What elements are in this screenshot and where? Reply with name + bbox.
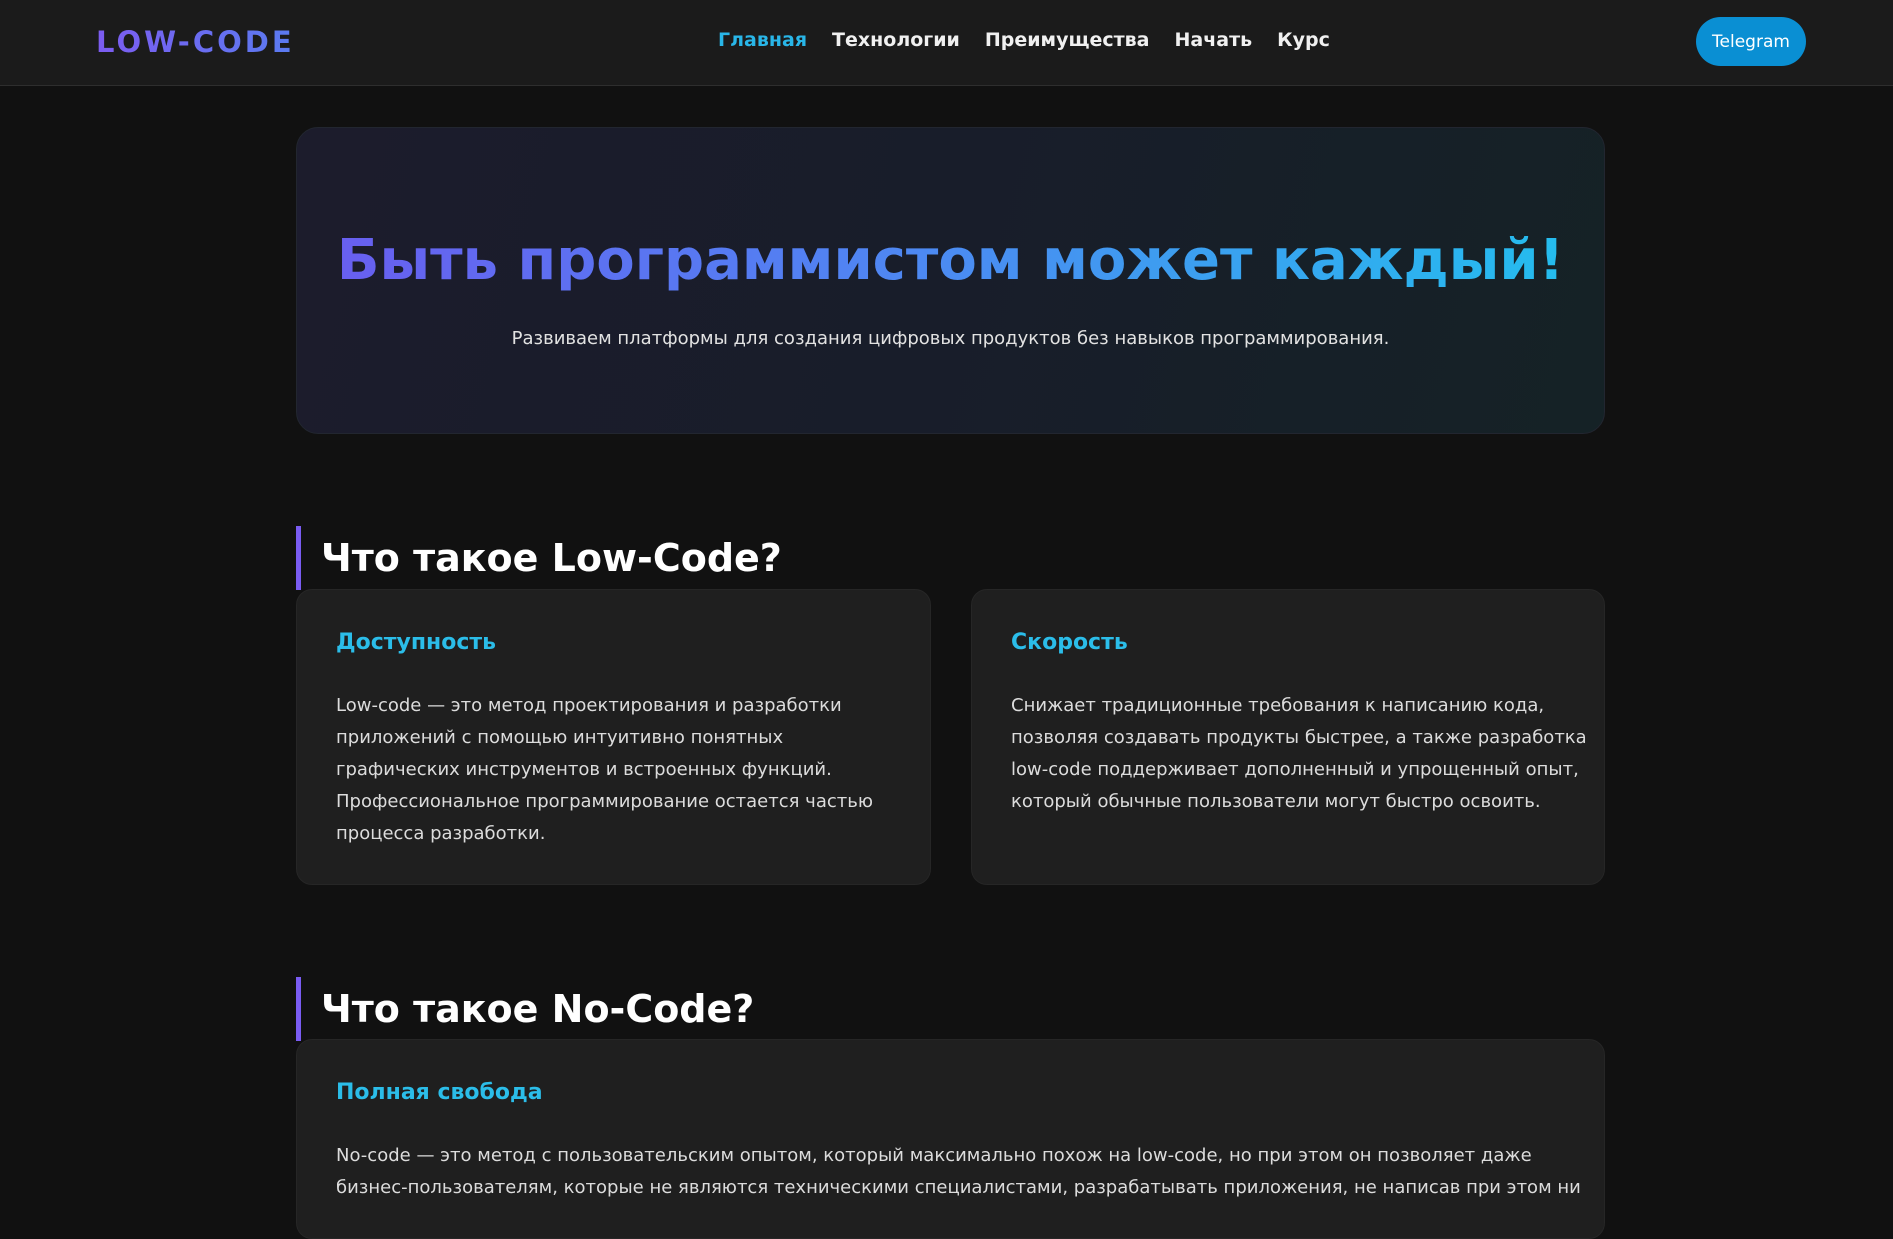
nav-link-course[interactable]: Курс xyxy=(1277,29,1330,51)
card-title: Доступность xyxy=(336,630,497,655)
card-full-freedom: Полная свобода No-code — это метод с пол… xyxy=(296,1039,1605,1239)
card-text-line: графических инструментов и встроенных фу… xyxy=(336,759,832,780)
card-text-line: Low-code — это метод проектирования и ра… xyxy=(336,695,842,716)
logo[interactable]: LOW-CODE xyxy=(96,25,295,59)
nav-link-home[interactable]: Главная xyxy=(718,29,807,51)
telegram-button[interactable]: Telegram xyxy=(1696,17,1806,66)
hero-title: Быть программистом может каждый! xyxy=(297,228,1604,293)
card-text-line: процесса разработки. xyxy=(336,823,546,844)
card-text-line: low-code поддерживает дополненный и упро… xyxy=(1011,759,1579,780)
site-header: LOW-CODE Главная Технологии Преимущества… xyxy=(0,0,1893,86)
card-title: Полная свобода xyxy=(336,1080,543,1105)
section-title-no-code: Что такое No-Code? xyxy=(296,976,754,1041)
card-text: No-code — это метод с пользовательским о… xyxy=(336,1140,1581,1204)
hero-subtitle: Развиваем платформы для создания цифровы… xyxy=(511,328,1390,349)
card-accessibility: Доступность Low-code — это метод проекти… xyxy=(296,589,931,885)
card-text: Снижает традиционные требования к написа… xyxy=(1011,690,1587,818)
card-text-line: приложений с помощью интуитивно понятных xyxy=(336,727,784,748)
card-text: Low-code — это метод проектирования и ра… xyxy=(336,690,894,850)
card-text-line: который обычные пользователи могут быстр… xyxy=(1011,791,1541,812)
nav-link-advantages[interactable]: Преимущества xyxy=(985,29,1150,51)
hero-banner: Быть программистом может каждый! Развива… xyxy=(296,127,1605,434)
nav-link-start[interactable]: Начать xyxy=(1174,29,1252,51)
card-speed: Скорость Снижает традиционные требования… xyxy=(971,589,1605,885)
main-nav: Главная Технологии Преимущества Начать К… xyxy=(718,29,1330,51)
card-text-line: позволяя создавать продукты быстрее, а т… xyxy=(1011,727,1587,748)
card-title: Скорость xyxy=(1011,630,1128,655)
card-text-line: Профессиональное программирование остает… xyxy=(336,791,873,812)
nav-link-technologies[interactable]: Технологии xyxy=(832,29,960,51)
card-text-line: No-code — это метод с пользовательским о… xyxy=(336,1145,1532,1166)
card-text-line: бизнес-пользователям, которые не являютс… xyxy=(336,1177,1581,1198)
section-title-low-code: Что такое Low-Code? xyxy=(296,525,782,590)
card-text-line: Снижает традиционные требования к написа… xyxy=(1011,695,1545,716)
